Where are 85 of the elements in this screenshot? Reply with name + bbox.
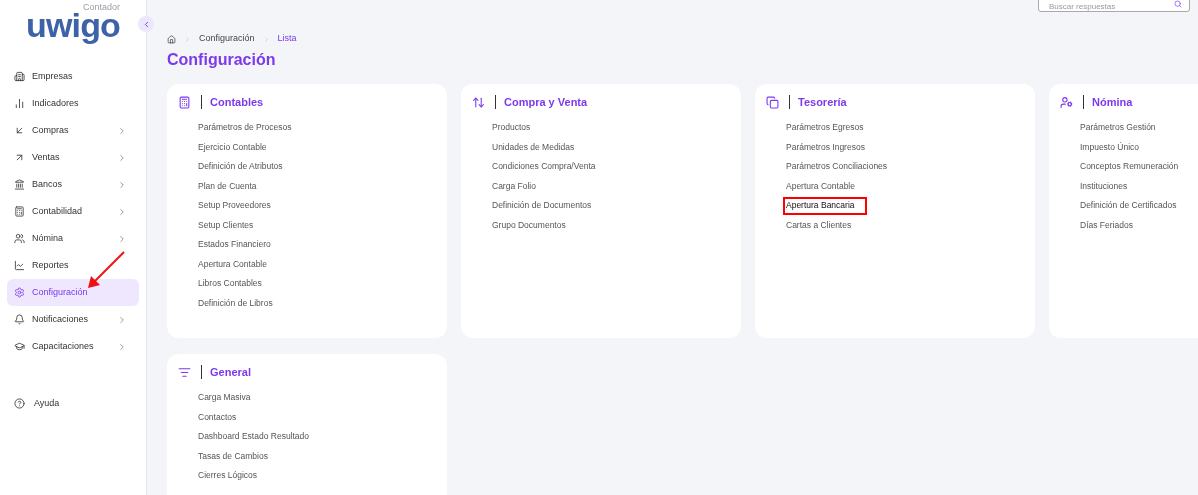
settings-link[interactable]: Parámetros de Procesos [195,119,294,137]
settings-link[interactable]: Apertura Contable [783,177,857,195]
sidebar-item[interactable]: Contabilidad [7,198,139,225]
graduation-cap-icon [14,341,25,352]
settings-link[interactable]: Parámetros Conciliaciones [783,158,890,176]
chevron-right-icon [117,179,127,190]
settings-link[interactable]: Cartas a Clientes [783,216,854,234]
settings-link[interactable]: Cierres Lógicos [195,467,260,485]
users-icon [14,233,25,244]
settings-link[interactable]: Dashboard Estado Resultado [195,428,312,446]
settings-icon [14,287,25,298]
sidebar-item[interactable]: Nómina [7,225,139,252]
settings-link[interactable]: Productos [489,119,533,137]
sidebar-item[interactable]: Configuración [7,279,139,306]
arrow-up-right-icon [14,152,25,163]
settings-link[interactable]: Definición de Atributos [195,158,285,176]
settings-link[interactable]: Definición de Documentos [489,197,594,215]
settings-link[interactable]: Conceptos Remuneración [1077,158,1181,176]
settings-link[interactable]: Contactos [195,408,239,426]
bank-icon [14,179,25,190]
calculator-icon [178,95,191,109]
sidebar-item[interactable]: Bancos [7,171,139,198]
card-title: Nómina [1092,94,1133,110]
search-icon [1174,0,1182,8]
line-chart-icon [14,260,25,271]
help-icon [14,398,25,409]
sidebar-item[interactable]: Compras [7,117,139,144]
card-title: Compra y Venta [504,94,588,110]
settings-link[interactable]: Ejercicio Contable [195,138,269,156]
chevron-right-icon [117,125,127,136]
settings-link[interactable]: Tasas de Cambios [195,447,270,465]
settings-link[interactable]: Plan de Cuenta [195,177,259,195]
card-title: Contables [210,94,264,110]
chevron-right-icon [117,233,127,244]
settings-link[interactable]: Setup Proveedores [195,197,273,215]
settings-link[interactable]: Instituciones [1077,177,1130,195]
sidebar-item[interactable]: Notificaciones [7,306,139,333]
card-title: General [210,364,251,380]
sidebar-item[interactable]: Indicadores [7,90,139,117]
arrows-up-down-icon [472,95,485,109]
settings-link[interactable]: Condiciones Compra/Venta [489,158,598,176]
logo-tagline: Contador [82,2,120,12]
settings-link[interactable]: Parámetros Egresos [783,119,866,137]
chevron-right-icon [117,206,127,217]
search-field[interactable]: Buscar respuestas [1038,0,1190,12]
settings-link[interactable]: Impuesto Único [1077,138,1142,156]
settings-link[interactable]: Setup Clientes [195,216,256,234]
arrow-down-left-icon [14,125,25,136]
page-title: Configuración [167,50,277,70]
user-gear-icon [1060,95,1073,109]
chevron-right-icon [117,152,127,163]
chevron-right-icon [262,35,270,43]
sidebar-item[interactable]: Capacitaciones [7,333,139,360]
settings-link[interactable]: Definición de Certificados [1077,197,1179,215]
card-title: Tesorería [798,94,847,110]
settings-link[interactable]: Definición de Libros [195,294,275,312]
breadcrumb-link[interactable]: Lista [277,32,297,46]
breadcrumb-link[interactable]: Configuración [199,32,255,46]
settings-link[interactable]: Carga Folio [489,177,538,195]
chevron-right-icon [117,314,127,325]
settings-link[interactable]: Libros Contables [195,275,264,293]
pointer-arrow-drawing [86,250,126,290]
calculator-icon [14,206,25,217]
sidebar-item[interactable]: Ventas [7,144,139,171]
settings-link[interactable]: Unidades de Medidas [489,138,577,156]
settings-link[interactable]: Parámetros Ingresos [783,138,867,156]
bell-icon [14,314,25,325]
settings-link[interactable]: Apertura Bancaria [783,197,867,215]
filter-list-icon [178,365,191,379]
settings-link[interactable]: Estados Financiero [195,236,273,254]
sidebar-item[interactable]: Reportes [7,252,139,279]
bar-chart-icon [14,98,25,109]
chevron-right-icon [184,35,191,43]
settings-link[interactable]: Parámetros Gestión [1077,119,1158,137]
settings-link[interactable]: Días Feriados [1077,216,1135,234]
settings-link[interactable]: Grupo Documentos [489,216,568,234]
collapse-sidebar-button[interactable] [138,16,154,32]
chevron-right-icon [117,341,127,352]
building-icon [14,71,25,82]
help-item[interactable]: Ayuda [7,390,139,417]
home-icon [167,34,176,44]
sidebar-item[interactable]: Empresas [7,63,139,90]
documents-icon [766,95,779,109]
settings-link[interactable]: Apertura Contable [195,255,269,273]
settings-link[interactable]: Carga Masiva [195,389,253,407]
